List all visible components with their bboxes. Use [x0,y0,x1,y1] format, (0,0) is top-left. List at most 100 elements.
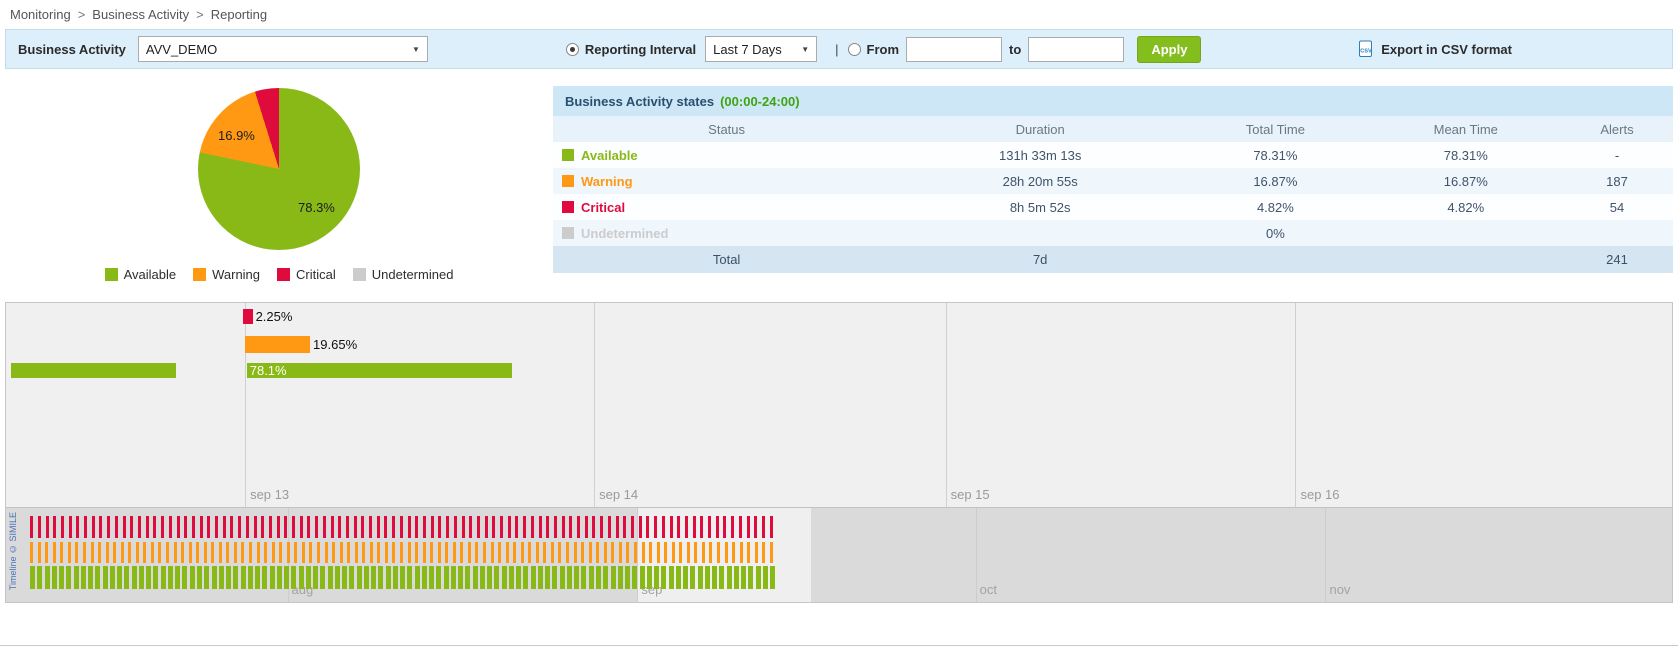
overview-tick-warning [679,542,682,563]
overview-tick-warning [38,542,41,563]
overview-tick-warning [128,542,131,563]
timeline-main-band[interactable]: sep 13sep 14sep 15sep 162.25%19.65%78.1% [6,303,1672,507]
timeline-date-label: sep 13 [250,487,289,502]
overview-tick-warning [75,542,78,563]
timeline-date-label: sep 15 [951,487,990,502]
overview-tick-critical [138,516,141,538]
reporting-interval-radio[interactable] [566,43,579,56]
overview-tick-warning [249,542,252,563]
overview-tick-warning [385,542,388,563]
overview-tick-critical [184,516,187,538]
overview-tick-warning [106,542,109,563]
overview-tick-critical [415,516,418,538]
legend-item-available: Available [105,267,177,282]
states-table-title-text: Business Activity states [565,94,714,109]
states-section: Business Activity states (00:00-24:00) S… [553,86,1673,296]
status-label: Available [581,148,638,163]
overview-tick-critical [261,516,264,538]
overview-tick-warning [196,542,199,563]
overview-tick-warning [475,542,478,563]
overview-tick-available [81,566,86,589]
overview-tick-warning [60,542,63,563]
overview-tick-warning [589,542,592,563]
overview-tick-critical [408,516,411,538]
from-date-input[interactable] [906,37,1002,62]
states-table-body: Available131h 33m 13s78.31%78.31%-Warnin… [553,142,1673,246]
timeline-credit[interactable]: Timeline © SIMILE [8,512,18,590]
overview-tick-critical [462,516,465,538]
timeline-bar-label: 2.25% [256,309,293,324]
overview-tick-available [436,566,441,589]
total-label: Total [553,246,900,273]
overview-tick-available [117,566,122,589]
critical-color-swatch [277,268,290,281]
status-cell: Available [553,142,900,168]
states-table-title: Business Activity states (00:00-24:00) [553,86,1673,116]
overview-tick-warning [438,542,441,563]
overview-tick-warning [732,542,735,563]
overview-tick-available [241,566,246,589]
overview-tick-critical [485,516,488,538]
overview-tick-warning [204,542,207,563]
overview-tick-warning [272,542,275,563]
overview-tick-available [378,566,383,589]
state-row-warning: Warning28h 20m 55s16.87%16.87%187 [553,168,1673,194]
status-cell: Warning [553,168,900,194]
timeline-overview-band[interactable]: Timeline © SIMILE augsepoctnov [6,507,1672,602]
custom-period-radio[interactable] [848,43,861,56]
overview-tick-critical [115,516,118,538]
business-activity-select[interactable]: AVV_DEMO ▼ [138,36,428,62]
overview-tick-warning [755,542,758,563]
status-color-swatch [562,149,574,161]
overview-tick-available [523,566,528,589]
breadcrumb-business-activity[interactable]: Business Activity [92,7,189,22]
overview-tick-warning [581,542,584,563]
overview-tick-available [270,566,275,589]
overview-tick-available [502,566,507,589]
overview-tick-available [342,566,347,589]
status-cell: Critical [553,194,900,220]
overview-tick-critical [539,516,542,538]
overview-tick-critical [423,516,426,538]
overview-tick-critical [454,516,457,538]
overview-tick-critical [207,516,210,538]
overview-tick-available [88,566,93,589]
overview-tick-warning [317,542,320,563]
overview-tick-warning [166,542,169,563]
overview-tick-available [328,566,333,589]
apply-button[interactable]: Apply [1137,36,1201,63]
overview-tick-available [509,566,514,589]
overview-tick-warning [325,542,328,563]
overview-tick-available [734,566,739,589]
overview-tick-critical [246,516,249,538]
pie-legend: AvailableWarningCriticalUndetermined [5,267,553,282]
overview-tick-critical [200,516,203,538]
overview-tick-critical [523,516,526,538]
overview-tick-critical [492,516,495,538]
overview-tick-warning [483,542,486,563]
overview-tick-critical [30,516,33,538]
breadcrumb-monitoring[interactable]: Monitoring [10,7,71,22]
state-row-available: Available131h 33m 13s78.31%78.31%- [553,142,1673,168]
overview-tick-critical [400,516,403,538]
to-date-input[interactable] [1028,37,1124,62]
overview-tick-critical [438,516,441,538]
overview-tick-critical [92,516,95,538]
overview-tick-warning [740,542,743,563]
overview-tick-available [719,566,724,589]
overview-tick-critical [508,516,511,538]
overview-month-label: oct [980,582,997,597]
reporting-interval-select[interactable]: Last 7 Days ▼ [705,36,817,62]
overview-tick-warning [574,542,577,563]
overview-tick-warning [408,542,411,563]
breadcrumb-reporting[interactable]: Reporting [211,7,267,22]
overview-tick-warning [151,542,154,563]
overview-tick-available [480,566,485,589]
overview-tick-critical [631,516,634,538]
cell-alerts [1561,220,1673,246]
svg-text:CSV: CSV [1360,49,1372,55]
overview-month-label: sep [641,582,662,597]
overview-tick-warning [45,542,48,563]
pie-chart: 16.9% 78.3% [198,88,360,250]
export-csv-button[interactable]: CSV Export in CSV format [1357,40,1512,58]
